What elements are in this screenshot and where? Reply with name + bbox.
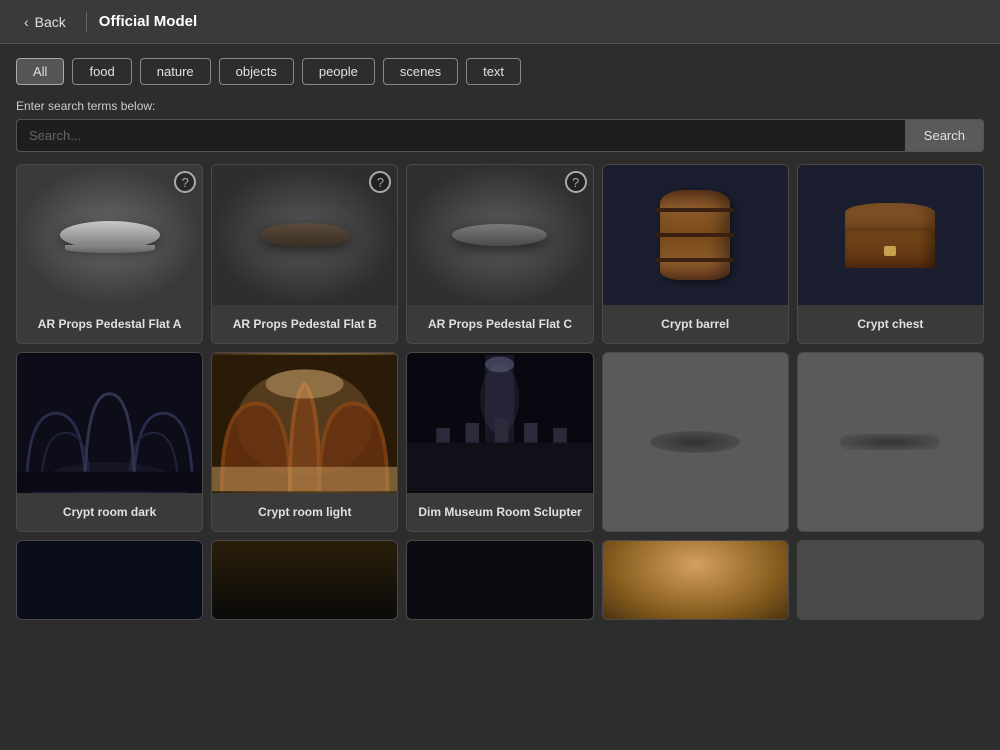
card-shadow-rect[interactable]: Dim Museum Shadow Rectangle	[797, 352, 984, 532]
back-label: Back	[35, 14, 66, 30]
filter-text[interactable]: text	[466, 58, 521, 85]
crypt-dark-svg	[17, 353, 202, 493]
card-image-chest	[798, 165, 983, 305]
card-ar-pedestal-c[interactable]: ? AR Props Pedestal Flat C	[406, 164, 593, 344]
crypt-dark-visual	[17, 353, 202, 493]
chest-body	[845, 228, 935, 268]
barrel-mid-band	[656, 233, 734, 237]
card-ar-pedestal-a[interactable]: ? AR Props Pedestal Flat A	[16, 164, 203, 344]
pedestal-b-shape	[260, 223, 350, 247]
filter-scenes[interactable]: scenes	[383, 58, 458, 85]
card-crypt-room-dark[interactable]: Crypt room dark	[16, 352, 203, 532]
card-label-shadow-rect: Dim Museum Shadow Rectangle	[798, 531, 983, 532]
partial-img-4	[603, 541, 788, 620]
card-image-pedestal-b: ?	[212, 165, 397, 305]
card-partial-1[interactable]	[16, 540, 203, 620]
back-arrow-icon: ‹	[24, 14, 29, 30]
chest-lock	[884, 246, 896, 256]
filter-people[interactable]: people	[302, 58, 375, 85]
card-image-shadow-rect	[798, 353, 983, 531]
shadow-circ-shape	[650, 431, 740, 453]
barrel-shape	[660, 190, 730, 280]
card-shadow-circ[interactable]: Dim Museum Shadow Circular	[602, 352, 789, 532]
card-label-shadow-circ: Dim Museum Shadow Circular	[603, 531, 788, 532]
partial-img-5	[798, 541, 983, 620]
filter-bar: All food nature objects people scenes te…	[0, 44, 1000, 95]
card-crypt-chest[interactable]: Crypt chest	[797, 164, 984, 344]
card-ar-pedestal-b[interactable]: ? AR Props Pedestal Flat B	[211, 164, 398, 344]
search-row: Search	[16, 119, 984, 152]
filter-food[interactable]: food	[72, 58, 131, 85]
card-crypt-room-light[interactable]: Crypt room light	[211, 352, 398, 532]
card-partial-3[interactable]	[406, 540, 593, 620]
question-badge: ?	[565, 171, 587, 193]
chest-shape	[845, 203, 935, 268]
card-label-pedestal-a: AR Props Pedestal Flat A	[17, 305, 202, 343]
card-label-museum: Dim Museum Room Sclupter	[407, 493, 592, 531]
model-grid: ? AR Props Pedestal Flat A ? AR Props Pe…	[0, 164, 1000, 620]
card-image-pedestal-a: ?	[17, 165, 202, 305]
filter-nature[interactable]: nature	[140, 58, 211, 85]
card-image-shadow-circ	[603, 353, 788, 531]
search-label: Enter search terms below:	[16, 99, 984, 113]
partial-img-2	[212, 541, 397, 620]
crypt-light-visual	[212, 353, 397, 493]
filter-objects[interactable]: objects	[219, 58, 294, 85]
shadow-rect-shape	[840, 434, 940, 450]
card-image-museum	[407, 353, 592, 493]
header: ‹ Back Official Model	[0, 0, 1000, 44]
partial-img-3	[407, 541, 592, 620]
card-partial-5[interactable]	[797, 540, 984, 620]
card-label-barrel: Crypt barrel	[603, 305, 788, 343]
card-label-crypt-dark: Crypt room dark	[17, 493, 202, 531]
card-label-chest: Crypt chest	[798, 305, 983, 343]
card-label-crypt-light: Crypt room light	[212, 493, 397, 531]
card-partial-2[interactable]	[211, 540, 398, 620]
header-divider	[86, 12, 87, 32]
search-input[interactable]	[16, 119, 905, 152]
pedestal-a-shape	[60, 221, 160, 249]
question-badge: ?	[369, 171, 391, 193]
back-button[interactable]: ‹ Back	[16, 10, 74, 34]
museum-svg	[407, 353, 592, 493]
card-image-crypt-dark	[17, 353, 202, 493]
search-area: Enter search terms below: Search	[0, 95, 1000, 164]
question-badge: ?	[174, 171, 196, 193]
card-crypt-barrel[interactable]: Crypt barrel	[602, 164, 789, 344]
card-partial-4[interactable]	[602, 540, 789, 620]
card-label-pedestal-c: AR Props Pedestal Flat C	[407, 305, 592, 343]
crypt-light-svg	[212, 353, 397, 493]
card-label-pedestal-b: AR Props Pedestal Flat B	[212, 305, 397, 343]
search-button[interactable]: Search	[905, 119, 984, 152]
card-image-pedestal-c: ?	[407, 165, 592, 305]
filter-all[interactable]: All	[16, 58, 64, 85]
card-museum-room[interactable]: Dim Museum Room Sclupter	[406, 352, 593, 532]
pedestal-c-shape	[452, 224, 547, 246]
card-image-barrel	[603, 165, 788, 305]
partial-img-1	[17, 541, 202, 620]
header-title: Official Model	[99, 13, 197, 30]
card-image-crypt-light	[212, 353, 397, 493]
